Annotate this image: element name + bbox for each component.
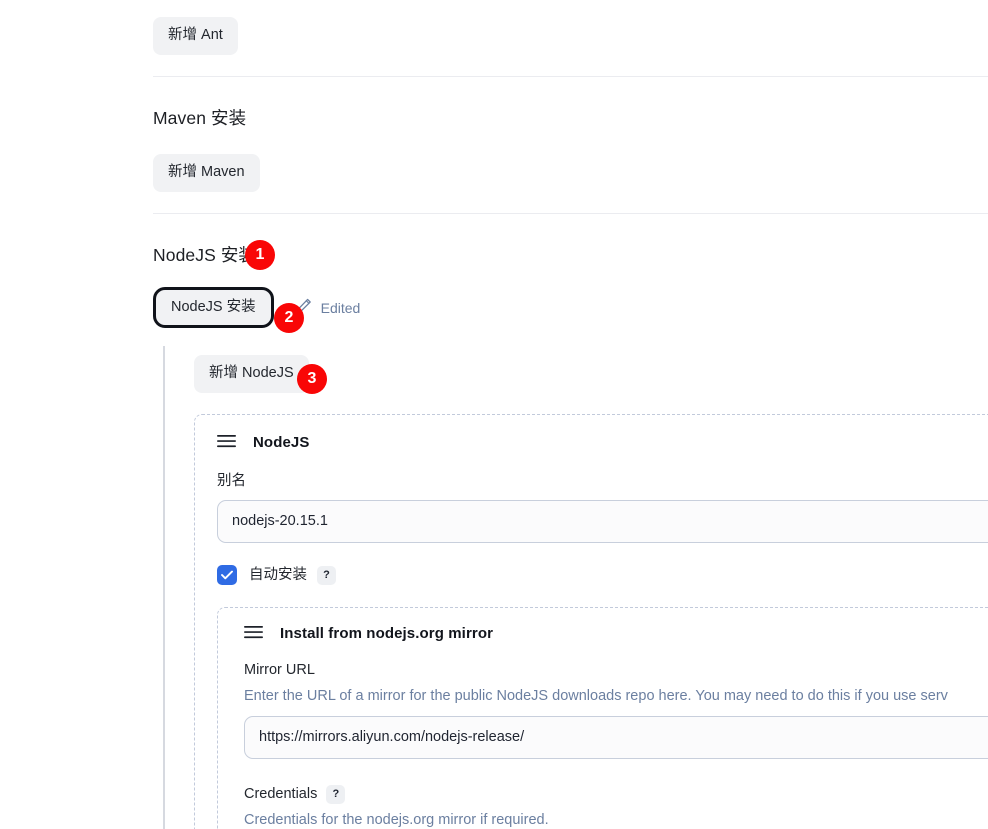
mirror-url-label: Mirror URL <box>244 662 315 678</box>
add-nodejs-button[interactable]: 新增 NodeJS <box>194 355 309 393</box>
tools-configuration-page: 新增 Ant Maven 安装 新增 Maven NodeJS 安装 NodeJ… <box>0 0 988 829</box>
mirror-panel-title: Install from nodejs.org mirror <box>280 625 494 642</box>
nodejs-installer-rail: 新增 NodeJS NodeJS 别名 nodejs-20.15.1 自动安装 … <box>163 346 988 829</box>
edited-label: Edited <box>320 299 361 316</box>
auto-install-label-wrap: 自动安装 ? <box>249 565 336 585</box>
add-maven-button[interactable]: 新增 Maven <box>153 154 260 192</box>
alias-label: 别名 <box>217 473 246 489</box>
drag-handle-icon[interactable] <box>217 434 236 453</box>
drag-handle-icon[interactable] <box>244 625 263 644</box>
nodejs-section-title: NodeJS 安装 <box>153 245 257 265</box>
auto-install-help-icon[interactable]: ? <box>317 565 336 585</box>
edited-status: Edited <box>296 297 361 319</box>
nodejs-panel-title: NodeJS <box>253 434 310 451</box>
mirror-url-description: Enter the URL of a mirror for the public… <box>244 688 948 704</box>
alias-input[interactable] <box>217 500 988 543</box>
maven-section-title: Maven 安装 <box>153 108 247 128</box>
alias-label-row: 别名 <box>217 471 988 491</box>
auto-install-label: 自动安装 <box>249 567 307 583</box>
credentials-label-row: Credentials ? <box>244 784 988 804</box>
mirror-url-input[interactable] <box>244 716 988 759</box>
credentials-label: Credentials <box>244 786 318 802</box>
auto-install-checkbox[interactable] <box>217 565 237 585</box>
credentials-help-icon[interactable]: ? <box>326 784 346 804</box>
mirror-panel-header: Install from nodejs.org mirror <box>244 624 988 644</box>
credentials-description: Credentials for the nodejs.org mirror if… <box>244 812 549 828</box>
pencil-icon <box>296 297 313 319</box>
ant-section: 新增 Ant <box>0 0 988 55</box>
nodejs-panel-header: NodeJS <box>217 433 988 453</box>
maven-section: Maven 安装 新增 Maven <box>0 77 988 192</box>
mirror-url-label-row: Mirror URL <box>244 660 988 680</box>
nodejs-installer-button[interactable]: NodeJS 安装 <box>153 287 274 328</box>
mirror-installer-panel: Install from nodejs.org mirror Mirror UR… <box>217 607 988 829</box>
auto-install-row[interactable]: 自动安装 ? <box>217 565 988 585</box>
nodejs-tool-panel: NodeJS 别名 自动安装 ? <box>194 414 988 829</box>
nodejs-section: NodeJS 安装 NodeJS 安装 Edited <box>0 214 988 328</box>
add-ant-button[interactable]: 新增 Ant <box>153 17 238 55</box>
